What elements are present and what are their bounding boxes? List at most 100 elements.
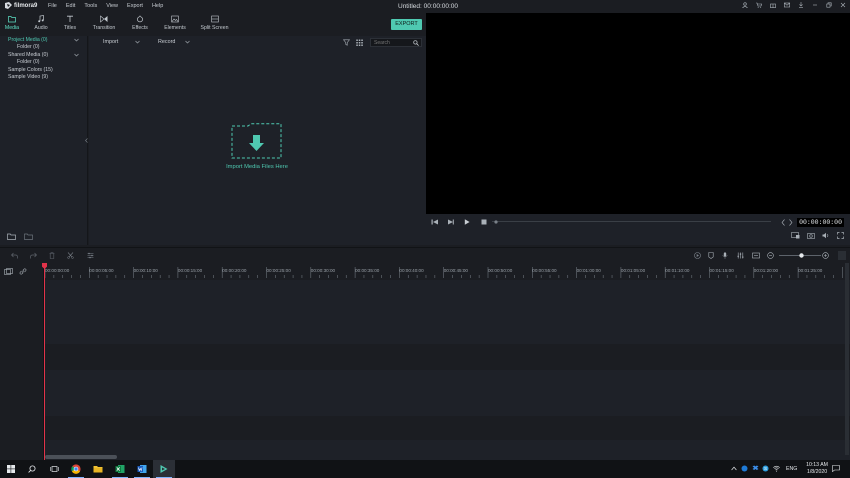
import-media-label[interactable]: Import Media Files Here xyxy=(220,164,294,170)
zoom-slider-handle[interactable] xyxy=(799,253,804,258)
taskbar-word[interactable] xyxy=(131,460,153,478)
cut-icon[interactable] xyxy=(67,252,74,259)
tab-transition[interactable]: Transition xyxy=(91,15,117,31)
mail-icon[interactable] xyxy=(784,2,790,8)
progress-track[interactable] xyxy=(492,221,771,222)
folder-icon xyxy=(8,15,16,23)
timeline-settings-icon[interactable] xyxy=(838,251,846,260)
menu-export[interactable]: Export xyxy=(127,3,143,9)
tab-effects-label: Effects xyxy=(132,25,148,31)
search-input[interactable] xyxy=(371,39,411,46)
marker-icon[interactable] xyxy=(708,252,714,259)
menu-tools[interactable]: Tools xyxy=(84,3,97,9)
timeline-tracks[interactable] xyxy=(0,280,850,460)
search-box xyxy=(370,38,422,47)
collapse-panel-icon[interactable] xyxy=(85,138,88,143)
chevron-down-icon[interactable] xyxy=(74,38,79,42)
restore-icon[interactable] xyxy=(826,2,832,8)
tree-item-folder[interactable]: Folder (0) xyxy=(17,44,40,50)
voiceover-icon[interactable] xyxy=(752,252,760,259)
tray-dropbox-icon[interactable] xyxy=(752,465,759,472)
tab-media[interactable]: Media xyxy=(4,15,20,31)
chevron-down-icon[interactable] xyxy=(185,40,190,44)
adjust-icon[interactable] xyxy=(87,252,94,259)
audio-track-1[interactable] xyxy=(0,440,850,460)
tab-elements[interactable]: Elements xyxy=(162,15,188,31)
timeline-ruler[interactable]: 00:00:00:00 00:00:05:00 00:00:10:00 00:00:1… xyxy=(44,263,850,280)
record-dropdown[interactable]: Record xyxy=(158,39,175,45)
tab-titles[interactable]: Titles xyxy=(62,15,78,31)
snapshot-icon[interactable] xyxy=(807,232,815,239)
tree-item-sample-video[interactable]: Sample Video (9) xyxy=(8,74,48,80)
audio-mixer-icon[interactable] xyxy=(737,252,744,259)
grid-view-icon[interactable] xyxy=(356,39,363,46)
chevron-down-icon[interactable] xyxy=(135,40,140,44)
tray-app-icon[interactable] xyxy=(741,465,748,472)
filter-icon[interactable] xyxy=(343,39,350,46)
zoom-in-icon[interactable] xyxy=(822,252,829,259)
mark-in-icon[interactable] xyxy=(781,219,785,226)
microphone-icon[interactable] xyxy=(722,252,728,259)
display-settings-icon[interactable] xyxy=(791,232,800,239)
volume-icon[interactable] xyxy=(822,232,830,239)
progress-handle[interactable] xyxy=(494,220,498,224)
link-icon[interactable] xyxy=(19,268,27,275)
export-button[interactable]: EXPORT xyxy=(391,19,422,30)
stop-icon[interactable] xyxy=(481,219,487,225)
taskbar-file-explorer[interactable] xyxy=(87,460,109,478)
tray-skype-icon[interactable]: S xyxy=(762,465,769,472)
render-preview-icon[interactable] xyxy=(694,252,701,259)
language-indicator[interactable]: ENG xyxy=(786,466,797,472)
start-button[interactable] xyxy=(0,460,22,478)
playhead-line[interactable] xyxy=(44,263,45,460)
delete-icon[interactable] xyxy=(49,252,55,259)
timeline-vertical-scrollbar[interactable] xyxy=(845,263,849,455)
close-icon[interactable] xyxy=(840,2,846,8)
tab-split-screen[interactable]: Split Screen xyxy=(199,15,230,31)
redo-icon[interactable] xyxy=(30,252,37,259)
previous-frame-icon[interactable] xyxy=(431,219,439,225)
tree-item-shared-folder[interactable]: Folder (0) xyxy=(17,59,40,65)
user-icon[interactable] xyxy=(742,2,748,8)
menu-view[interactable]: View xyxy=(106,3,118,9)
taskbar-clock[interactable]: 10:13 AM 1/8/2020 xyxy=(806,462,828,476)
preview-player[interactable] xyxy=(426,13,850,214)
gift-icon[interactable] xyxy=(770,2,776,8)
minimize-icon[interactable] xyxy=(812,2,818,8)
task-view-button[interactable] xyxy=(43,460,65,478)
new-folder-icon[interactable] xyxy=(7,233,16,240)
cart-icon[interactable] xyxy=(756,2,762,8)
tree-item-project-media[interactable]: Project Media (0) xyxy=(8,37,48,43)
timeline-scrollbar[interactable] xyxy=(45,455,117,459)
import-dropdown[interactable]: Import xyxy=(103,39,118,45)
tab-effects[interactable]: Effects xyxy=(129,15,151,31)
tree-item-sample-colors[interactable]: Sample Colors (15) xyxy=(8,67,53,73)
import-drop-zone[interactable] xyxy=(231,123,282,159)
taskbar-search[interactable] xyxy=(21,460,43,478)
taskbar-filmora[interactable] xyxy=(153,460,175,478)
image-icon xyxy=(171,15,179,23)
search-icon[interactable] xyxy=(413,40,419,46)
zoom-out-icon[interactable] xyxy=(767,252,774,259)
video-track-1[interactable] xyxy=(0,370,850,416)
menu-edit[interactable]: Edit xyxy=(66,3,75,9)
download-icon[interactable] xyxy=(798,2,804,8)
fullscreen-icon[interactable] xyxy=(837,232,844,239)
taskbar-excel[interactable] xyxy=(109,460,131,478)
wifi-icon[interactable] xyxy=(773,465,780,472)
tab-audio[interactable]: Audio xyxy=(33,15,49,31)
undo-icon[interactable] xyxy=(11,252,18,259)
delete-folder-icon[interactable] xyxy=(24,233,33,240)
add-track-icon[interactable] xyxy=(4,268,13,275)
mark-out-icon[interactable] xyxy=(789,219,793,226)
play-icon[interactable] xyxy=(464,219,470,225)
tree-item-shared-media[interactable]: Shared Media (0) xyxy=(8,52,48,58)
menu-file[interactable]: File xyxy=(48,3,57,9)
menu-help[interactable]: Help xyxy=(152,3,163,9)
chevron-down-icon[interactable] xyxy=(74,53,79,57)
notifications-icon[interactable] xyxy=(832,465,840,472)
taskbar-chrome[interactable] xyxy=(65,460,87,478)
player-controls: 00:00:00:00 xyxy=(426,214,850,245)
play-reverse-icon[interactable] xyxy=(447,219,454,225)
chevron-up-icon[interactable] xyxy=(731,466,737,471)
